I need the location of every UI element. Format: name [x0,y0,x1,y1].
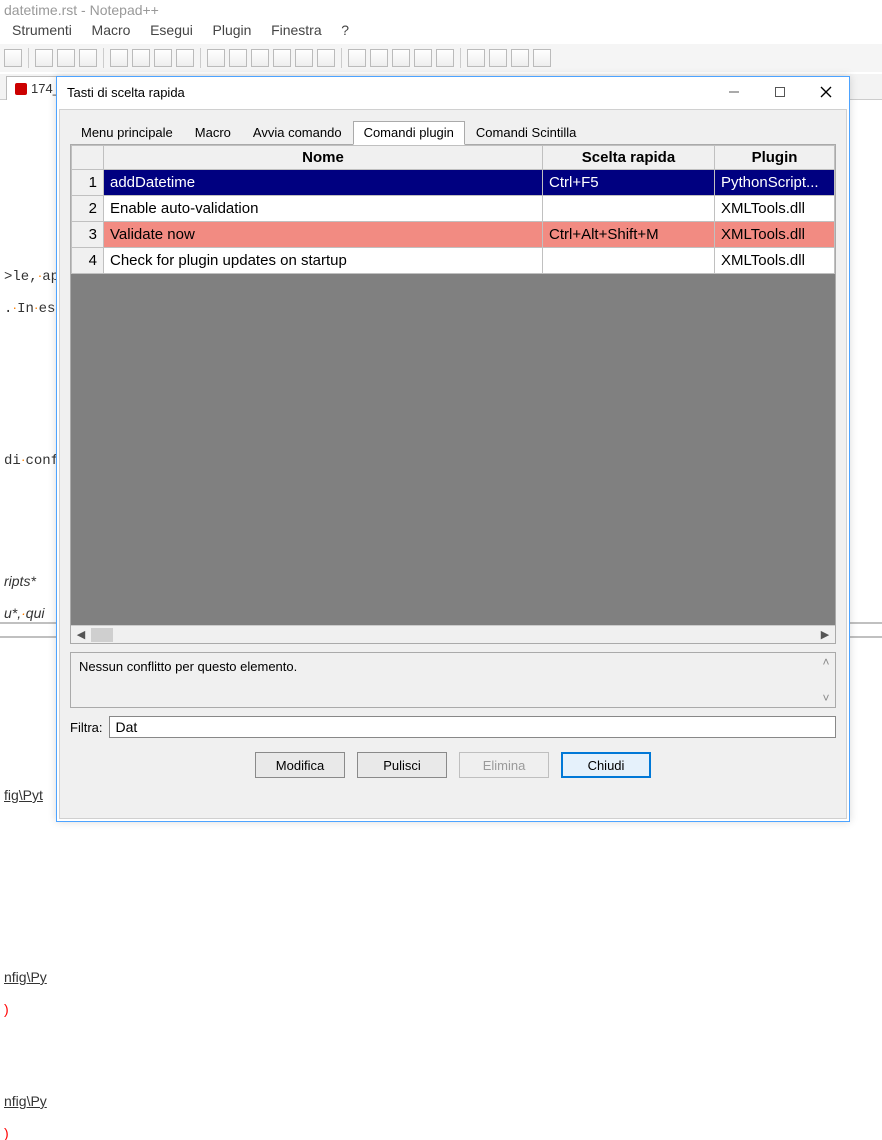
cell-shortcut[interactable]: Ctrl+F5 [543,170,715,196]
scroll-down-icon[interactable]: ˅ [822,689,829,707]
cell-shortcut[interactable]: Ctrl+Alt+Shift+M [543,222,715,248]
toolbar-icon[interactable] [273,49,291,67]
row-number[interactable]: 4 [72,248,104,274]
cell-name[interactable]: addDatetime [104,170,543,196]
shortcut-mapper-dialog: Tasti di scelta rapida Menu principale M… [56,76,850,822]
close-dialog-button[interactable]: Chiudi [561,752,651,778]
modified-indicator-icon [15,83,27,95]
main-menu: Strumenti Macro Esegui Plugin Finestra ? [0,20,882,42]
toolbar-icon[interactable] [207,49,225,67]
filter-input[interactable] [109,716,837,738]
horizontal-scrollbar[interactable]: ◀ ▶ [71,625,835,643]
conflict-status-text: Nessun conflitto per questo elemento. [79,659,297,674]
col-rownum[interactable] [72,146,104,170]
toolbar-icon[interactable] [370,49,388,67]
toolbar-icon[interactable] [4,49,22,67]
app-title: datetime.rst - Notepad++ [0,0,882,20]
toolbar-icon[interactable] [348,49,366,67]
toolbar [0,44,882,72]
toolbar-icon[interactable] [467,49,485,67]
menu-item[interactable]: Strumenti [4,20,80,40]
scroll-up-icon[interactable]: ˄ [822,653,829,671]
clear-button[interactable]: Pulisci [357,752,447,778]
toolbar-icon[interactable] [511,49,529,67]
col-name[interactable]: Nome [104,146,543,170]
table-row[interactable]: 4Check for plugin updates on startup XMLT… [72,248,835,274]
close-button[interactable] [803,78,849,106]
cell-plugin[interactable]: XMLTools.dll [715,196,835,222]
status-scrollbar[interactable]: ˄ ˅ [817,653,835,707]
toolbar-icon[interactable] [489,49,507,67]
menu-item[interactable]: Macro [84,20,139,40]
cell-shortcut[interactable] [543,248,715,274]
toolbar-icon[interactable] [414,49,432,67]
grid-empty-area [71,274,835,625]
table-row[interactable]: 2Enable auto-validation XMLTools.dll [72,196,835,222]
menu-item[interactable]: ? [333,20,357,40]
dialog-titlebar[interactable]: Tasti di scelta rapida [57,77,849,107]
toolbar-icon[interactable] [79,49,97,67]
modify-button[interactable]: Modifica [255,752,345,778]
dialog-tabs: Menu principale Macro Avvia comando Coma… [70,120,836,144]
menu-item[interactable]: Plugin [205,20,260,40]
tab-macro[interactable]: Macro [184,121,242,145]
row-number[interactable]: 2 [72,196,104,222]
tab-plugin-commands[interactable]: Comandi plugin [353,121,465,145]
toolbar-icon[interactable] [57,49,75,67]
table-row[interactable]: 3Validate nowCtrl+Alt+Shift+MXMLTools.dl… [72,222,835,248]
toolbar-icon[interactable] [295,49,313,67]
delete-button: Elimina [459,752,549,778]
col-plugin[interactable]: Plugin [715,146,835,170]
row-number[interactable]: 1 [72,170,104,196]
table-row[interactable]: 1addDatetimeCtrl+F5PythonScript... [72,170,835,196]
toolbar-icon[interactable] [154,49,172,67]
toolbar-icon[interactable] [251,49,269,67]
menu-item[interactable]: Finestra [263,20,330,40]
toolbar-icon[interactable] [533,49,551,67]
minimize-button[interactable] [711,78,757,106]
scroll-left-icon[interactable]: ◀ [73,627,89,643]
col-shortcut[interactable]: Scelta rapida [543,146,715,170]
menu-item[interactable]: Esegui [142,20,201,40]
cell-name[interactable]: Enable auto-validation [104,196,543,222]
maximize-button[interactable] [757,78,803,106]
cell-name[interactable]: Validate now [104,222,543,248]
filter-label: Filtra: [70,720,103,735]
tab-scintilla-commands[interactable]: Comandi Scintilla [465,121,587,145]
toolbar-icon[interactable] [436,49,454,67]
scrollbar-thumb[interactable] [91,628,113,642]
toolbar-icon[interactable] [229,49,247,67]
cell-plugin[interactable]: PythonScript... [715,170,835,196]
conflict-status-box: Nessun conflitto per questo elemento. ˄ … [70,652,836,708]
toolbar-icon[interactable] [317,49,335,67]
cell-plugin[interactable]: XMLTools.dll [715,248,835,274]
dialog-title: Tasti di scelta rapida [67,85,185,100]
tab-run-command[interactable]: Avvia comando [242,121,353,145]
tab-main-menu[interactable]: Menu principale [70,121,184,145]
cell-plugin[interactable]: XMLTools.dll [715,222,835,248]
cell-shortcut[interactable] [543,196,715,222]
toolbar-icon[interactable] [35,49,53,67]
toolbar-icon[interactable] [132,49,150,67]
shortcut-grid: Nome Scelta rapida Plugin 1addDatetimeCt… [70,144,836,644]
cell-name[interactable]: Check for plugin updates on startup [104,248,543,274]
toolbar-icon[interactable] [110,49,128,67]
toolbar-icon[interactable] [176,49,194,67]
toolbar-icon[interactable] [392,49,410,67]
editor-background-text: >le,·ap .·In·es di·conf ripts* u*,·qui f… [4,110,59,1140]
scroll-right-icon[interactable]: ▶ [817,627,833,643]
row-number[interactable]: 3 [72,222,104,248]
